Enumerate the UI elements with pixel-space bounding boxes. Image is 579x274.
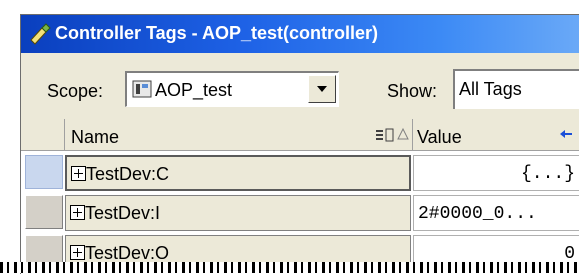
scope-value: AOP_test [155, 80, 233, 100]
row-selector[interactable] [25, 155, 63, 189]
tag-toolbar: Scope: AOP_test Show: All Tags [21, 53, 579, 117]
arrow-left-icon [560, 130, 572, 138]
tag-value: 2#0000_0... [418, 204, 537, 224]
column-header-value[interactable]: Value [413, 119, 579, 151]
column-header-name[interactable]: Name [65, 119, 413, 151]
window-title: Controller Tags - AOP_test(controller) [55, 23, 379, 43]
title-bar[interactable]: Controller Tags - AOP_test(controller) [21, 15, 579, 53]
scope-dropdown[interactable]: AOP_test [125, 71, 339, 107]
table-row[interactable]: TestDev:C {...} [21, 153, 579, 193]
tag-name-cell[interactable]: TestDev:C [65, 155, 411, 191]
expand-icon[interactable] [70, 205, 85, 220]
row-selector[interactable] [25, 195, 63, 229]
sort-triangle-icon [397, 127, 409, 140]
tag-name: TestDev:C [86, 164, 170, 184]
tag-value: 0 [564, 244, 575, 264]
tag-grid: Name Value TestDev:C {...} TestDev:I 2#0… [21, 119, 579, 274]
expand-icon[interactable] [71, 166, 86, 181]
scope-label: Scope: [47, 81, 104, 101]
scope-dropdown-button[interactable] [308, 75, 336, 103]
tag-name: TestDev:I [85, 203, 161, 223]
row-header-corner [21, 119, 65, 151]
tag-value-cell[interactable]: {...} [413, 155, 579, 191]
expand-icon[interactable] [70, 245, 85, 260]
show-value: All Tags [459, 79, 522, 99]
column-name-label: Name [71, 127, 120, 147]
controller-tags-window: Controller Tags - AOP_test(controller) S… [20, 14, 579, 274]
chevron-down-icon [317, 86, 327, 92]
table-row[interactable]: TestDev:I 2#0000_0... [21, 193, 579, 233]
sort-icon[interactable] [375, 127, 395, 143]
tag-value: {...} [520, 164, 575, 184]
decorative-border [0, 262, 579, 273]
column-value-label: Value [417, 127, 462, 147]
show-filter-dropdown[interactable]: All Tags [453, 69, 579, 109]
tag-value-cell[interactable]: 2#0000_0... [413, 195, 579, 231]
tag-name: TestDev:O [85, 243, 170, 263]
controller-icon [132, 80, 152, 98]
show-label: Show: [387, 81, 438, 101]
tag-name-cell[interactable]: TestDev:I [65, 195, 411, 231]
controller-tags-icon [30, 23, 51, 45]
